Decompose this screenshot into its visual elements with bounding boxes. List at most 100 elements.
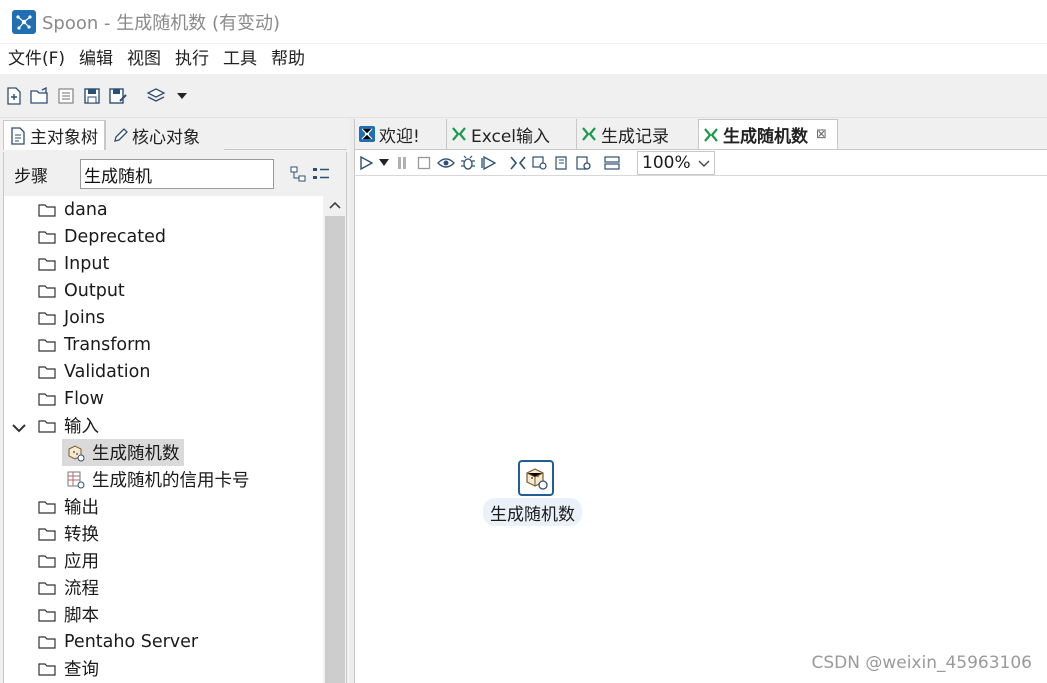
folder-icon [38,230,56,244]
zoom-select[interactable]: 100% [637,150,715,175]
explore-db-icon[interactable] [573,152,595,174]
tree-scrollbar[interactable] [323,196,346,683]
tab-core-objects[interactable]: 核心对象 [105,120,225,150]
tree-folder-label: Transform [64,334,152,355]
tree-folder-application[interactable]: 应用 [38,547,99,574]
tree-folder-flow-cn[interactable]: 流程 [38,574,99,601]
steps-search-row: 步骤 [3,152,347,196]
perspective-layers-icon[interactable] [144,84,168,108]
impact-analysis-icon[interactable] [529,152,551,174]
document-tabs: 欢迎! Excel输入 生成记录 生成随机数 ⊠ [354,119,1047,150]
tree-folder-joins[interactable]: Joins [38,304,105,331]
scrollbar-thumb[interactable] [325,216,345,683]
new-file-icon[interactable] [2,84,26,108]
window-title: Spoon - 生成随机数 (有变动) [42,12,280,34]
tree-folder-pentaho-server[interactable]: Pentaho Server [38,628,198,655]
open-file-icon[interactable] [28,84,52,108]
folder-icon [38,311,56,325]
show-results-icon[interactable] [601,152,623,174]
tree-folder-flow[interactable]: Flow [38,385,104,412]
tree-folder-validation[interactable]: Validation [38,358,150,385]
tree-folder-transform-cn[interactable]: 转换 [38,520,99,547]
transformation-canvas[interactable]: 生成随机数 CSDN @weixin_45963106 [354,176,1047,683]
tree-folder-transform[interactable]: Transform [38,331,151,358]
verify-icon[interactable] [507,152,529,174]
menu-help[interactable]: 帮助 [264,44,312,74]
tree-folder-joins-cn[interactable]: 连接 [38,679,99,683]
tab-label: 生成随机数 [723,127,808,147]
tree-step-generate-random[interactable]: 生成随机数 [62,439,184,466]
expand-all-icon[interactable] [290,166,306,182]
preview-eye-icon[interactable] [435,152,457,174]
folder-icon [38,338,56,352]
tab-main-object-tree[interactable]: 主对象树 [3,120,105,150]
credit-card-table-icon [66,470,86,490]
save-as-icon[interactable] [106,84,130,108]
canvas-toolbar: 100% [354,150,1047,176]
folder-icon [38,527,56,541]
tab-excel-input[interactable]: Excel输入 [446,119,576,149]
tab-label: 生成记录 [601,126,669,147]
run-icon[interactable] [355,152,377,174]
tree-folder-label: Output [64,280,125,301]
folder-icon [38,284,56,298]
folder-icon [38,203,56,217]
folder-icon [38,419,56,433]
menu-run[interactable]: 执行 [168,44,216,74]
tree-folder-output-cn[interactable]: 输出 [38,493,99,520]
step-tree: dana Deprecated Input Output Joins Trans… [3,196,347,683]
title-bar: Spoon - 生成随机数 (有变动) [0,0,1047,44]
tree-folder-label: 输入 [64,417,99,437]
transformation-icon [451,126,467,142]
tab-main-object-tree-label: 主对象树 [30,128,98,148]
tab-welcome[interactable]: 欢迎! [354,119,446,149]
tree-folder-input-cn[interactable]: 输入 [38,412,99,439]
pause-icon[interactable] [391,152,413,174]
menu-edit[interactable]: 编辑 [72,44,120,74]
debug-bug-icon[interactable] [457,152,479,174]
tab-generate-random-active[interactable]: 生成随机数 ⊠ [698,119,838,149]
left-panel: 主对象树 核心对象 步骤 dana Deprecated [0,118,350,683]
tree-folder-label: 流程 [64,579,99,599]
folder-icon [38,662,56,676]
tree-folder-scripting[interactable]: 脚本 [38,601,99,628]
tree-step-generate-credit-card[interactable]: 生成随机的信用卡号 [66,466,250,493]
close-tab-icon[interactable]: ⊠ [816,127,827,142]
replay-icon[interactable] [479,152,501,174]
tree-folder-label: Joins [64,307,105,328]
steps-search-input[interactable] [80,159,274,189]
tree-folder-deprecated[interactable]: Deprecated [38,223,166,250]
tree-folder-label: Deprecated [64,226,167,247]
stop-icon[interactable] [413,152,435,174]
save-icon[interactable] [80,84,104,108]
tab-label: 欢迎! [379,126,420,147]
menu-view[interactable]: 视图 [120,44,168,74]
watermark: CSDN @weixin_45963106 [811,653,1032,673]
tab-generate-rows[interactable]: 生成记录 [576,119,698,149]
folder-icon [38,257,56,271]
tree-folder-label: 查询 [64,660,99,680]
transformation-icon [581,126,597,142]
random-dice-icon [66,443,86,463]
collapse-all-icon[interactable] [312,166,330,182]
tree-folder-lookup[interactable]: 查询 [38,655,99,682]
tree-folder-label: Flow [64,388,104,409]
spoon-app-icon [12,9,36,34]
tree-folder-label: 转换 [64,525,99,545]
pencil-icon [112,126,128,144]
tree-folder-dana[interactable]: dana [38,196,108,223]
chevron-down-icon[interactable] [12,418,26,437]
explore-repository-icon[interactable] [54,84,78,108]
sql-icon[interactable] [551,152,573,174]
tree-icon [10,126,26,145]
tree-folder-label: 脚本 [64,606,99,626]
tree-folder-output[interactable]: Output [38,277,125,304]
tree-folder-input[interactable]: Input [38,250,109,277]
generate-random-step-node[interactable] [518,460,554,496]
chevron-up-icon[interactable] [323,196,346,214]
zoom-value: 100% [642,152,691,173]
menu-file[interactable]: 文件(F) [0,44,72,74]
dropdown-arrow-icon[interactable] [170,84,194,108]
run-dropdown-icon[interactable] [377,152,391,174]
menu-tools[interactable]: 工具 [216,44,264,74]
